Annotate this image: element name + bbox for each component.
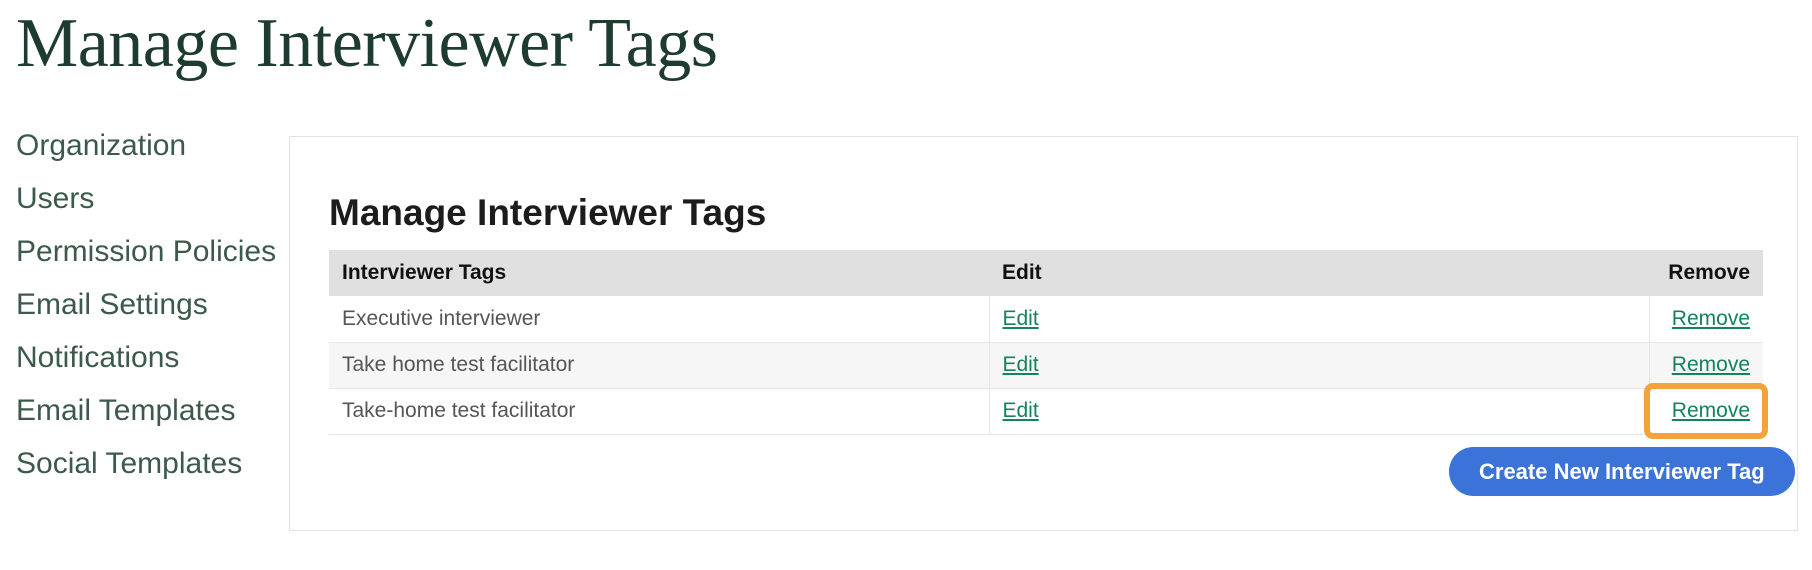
- column-header-interviewer-tags: Interviewer Tags: [329, 250, 989, 296]
- sidebar-item-users[interactable]: Users: [16, 181, 266, 217]
- sidebar-item-notifications[interactable]: Notifications: [16, 340, 266, 376]
- sidebar-item-email-settings[interactable]: Email Settings: [16, 287, 266, 323]
- cell-tag-name: Executive interviewer: [329, 296, 989, 343]
- cell-edit: Edit: [988, 388, 1649, 435]
- cell-remove: Remove: [1648, 342, 1763, 389]
- edit-link[interactable]: Edit: [1003, 353, 1039, 376]
- cell-edit: Edit: [988, 296, 1649, 343]
- sidebar-item-label: Email Templates: [16, 394, 236, 427]
- sidebar-item-label: Users: [16, 182, 95, 215]
- remove-link[interactable]: Remove: [1672, 307, 1750, 330]
- table-header: Interviewer Tags Edit Remove: [329, 250, 1763, 296]
- table-row: Take-home test facilitator Edit Remove: [329, 383, 1768, 439]
- remove-link[interactable]: Remove: [1672, 353, 1750, 376]
- create-new-interviewer-tag-button[interactable]: Create New Interviewer Tag: [1449, 447, 1795, 496]
- edit-link[interactable]: Edit: [1003, 399, 1039, 422]
- column-header-edit: Edit: [989, 250, 1649, 296]
- sidebar-item-permission-policies[interactable]: Permission Policies: [16, 234, 276, 270]
- cell-remove-highlighted: Remove: [1644, 383, 1768, 439]
- sidebar-item-label: Email Settings: [16, 288, 208, 321]
- column-header-remove: Remove: [1649, 250, 1763, 296]
- sidebar-item-label: Notifications: [16, 341, 180, 374]
- sidebar-item-label: Permission Policies: [16, 235, 277, 268]
- page-title: Manage Interviewer Tags: [16, 5, 718, 82]
- table-header-row: Interviewer Tags Edit Remove: [329, 250, 1763, 296]
- table-row: Take home test facilitator Edit Remove: [329, 342, 1763, 389]
- table-row: Executive interviewer Edit Remove: [329, 296, 1763, 343]
- cell-remove: Remove: [1648, 296, 1763, 343]
- card-title: Manage Interviewer Tags: [329, 191, 767, 233]
- interviewer-tags-table: Interviewer Tags Edit Remove Executive i…: [329, 250, 1768, 439]
- table-body: Executive interviewer Edit Remove Take h…: [329, 296, 1768, 439]
- cell-tag-name: Take-home test facilitator: [329, 388, 989, 435]
- sidebar-item-email-templates[interactable]: Email Templates: [16, 393, 266, 429]
- sidebar-item-organization[interactable]: Organization: [16, 128, 266, 164]
- sidebar-item-label: Social Templates: [16, 447, 243, 480]
- cell-edit: Edit: [988, 342, 1649, 389]
- remove-link[interactable]: Remove: [1672, 399, 1750, 422]
- edit-link[interactable]: Edit: [1003, 307, 1039, 330]
- manage-interviewer-tags-card: Manage Interviewer Tags Interviewer Tags…: [289, 136, 1798, 531]
- sidebar-nav: Organization Users Permission Policies E…: [16, 128, 276, 499]
- cell-tag-name: Take home test facilitator: [329, 342, 989, 389]
- sidebar-item-social-templates[interactable]: Social Templates: [16, 446, 266, 482]
- sidebar-item-label: Organization: [16, 129, 187, 162]
